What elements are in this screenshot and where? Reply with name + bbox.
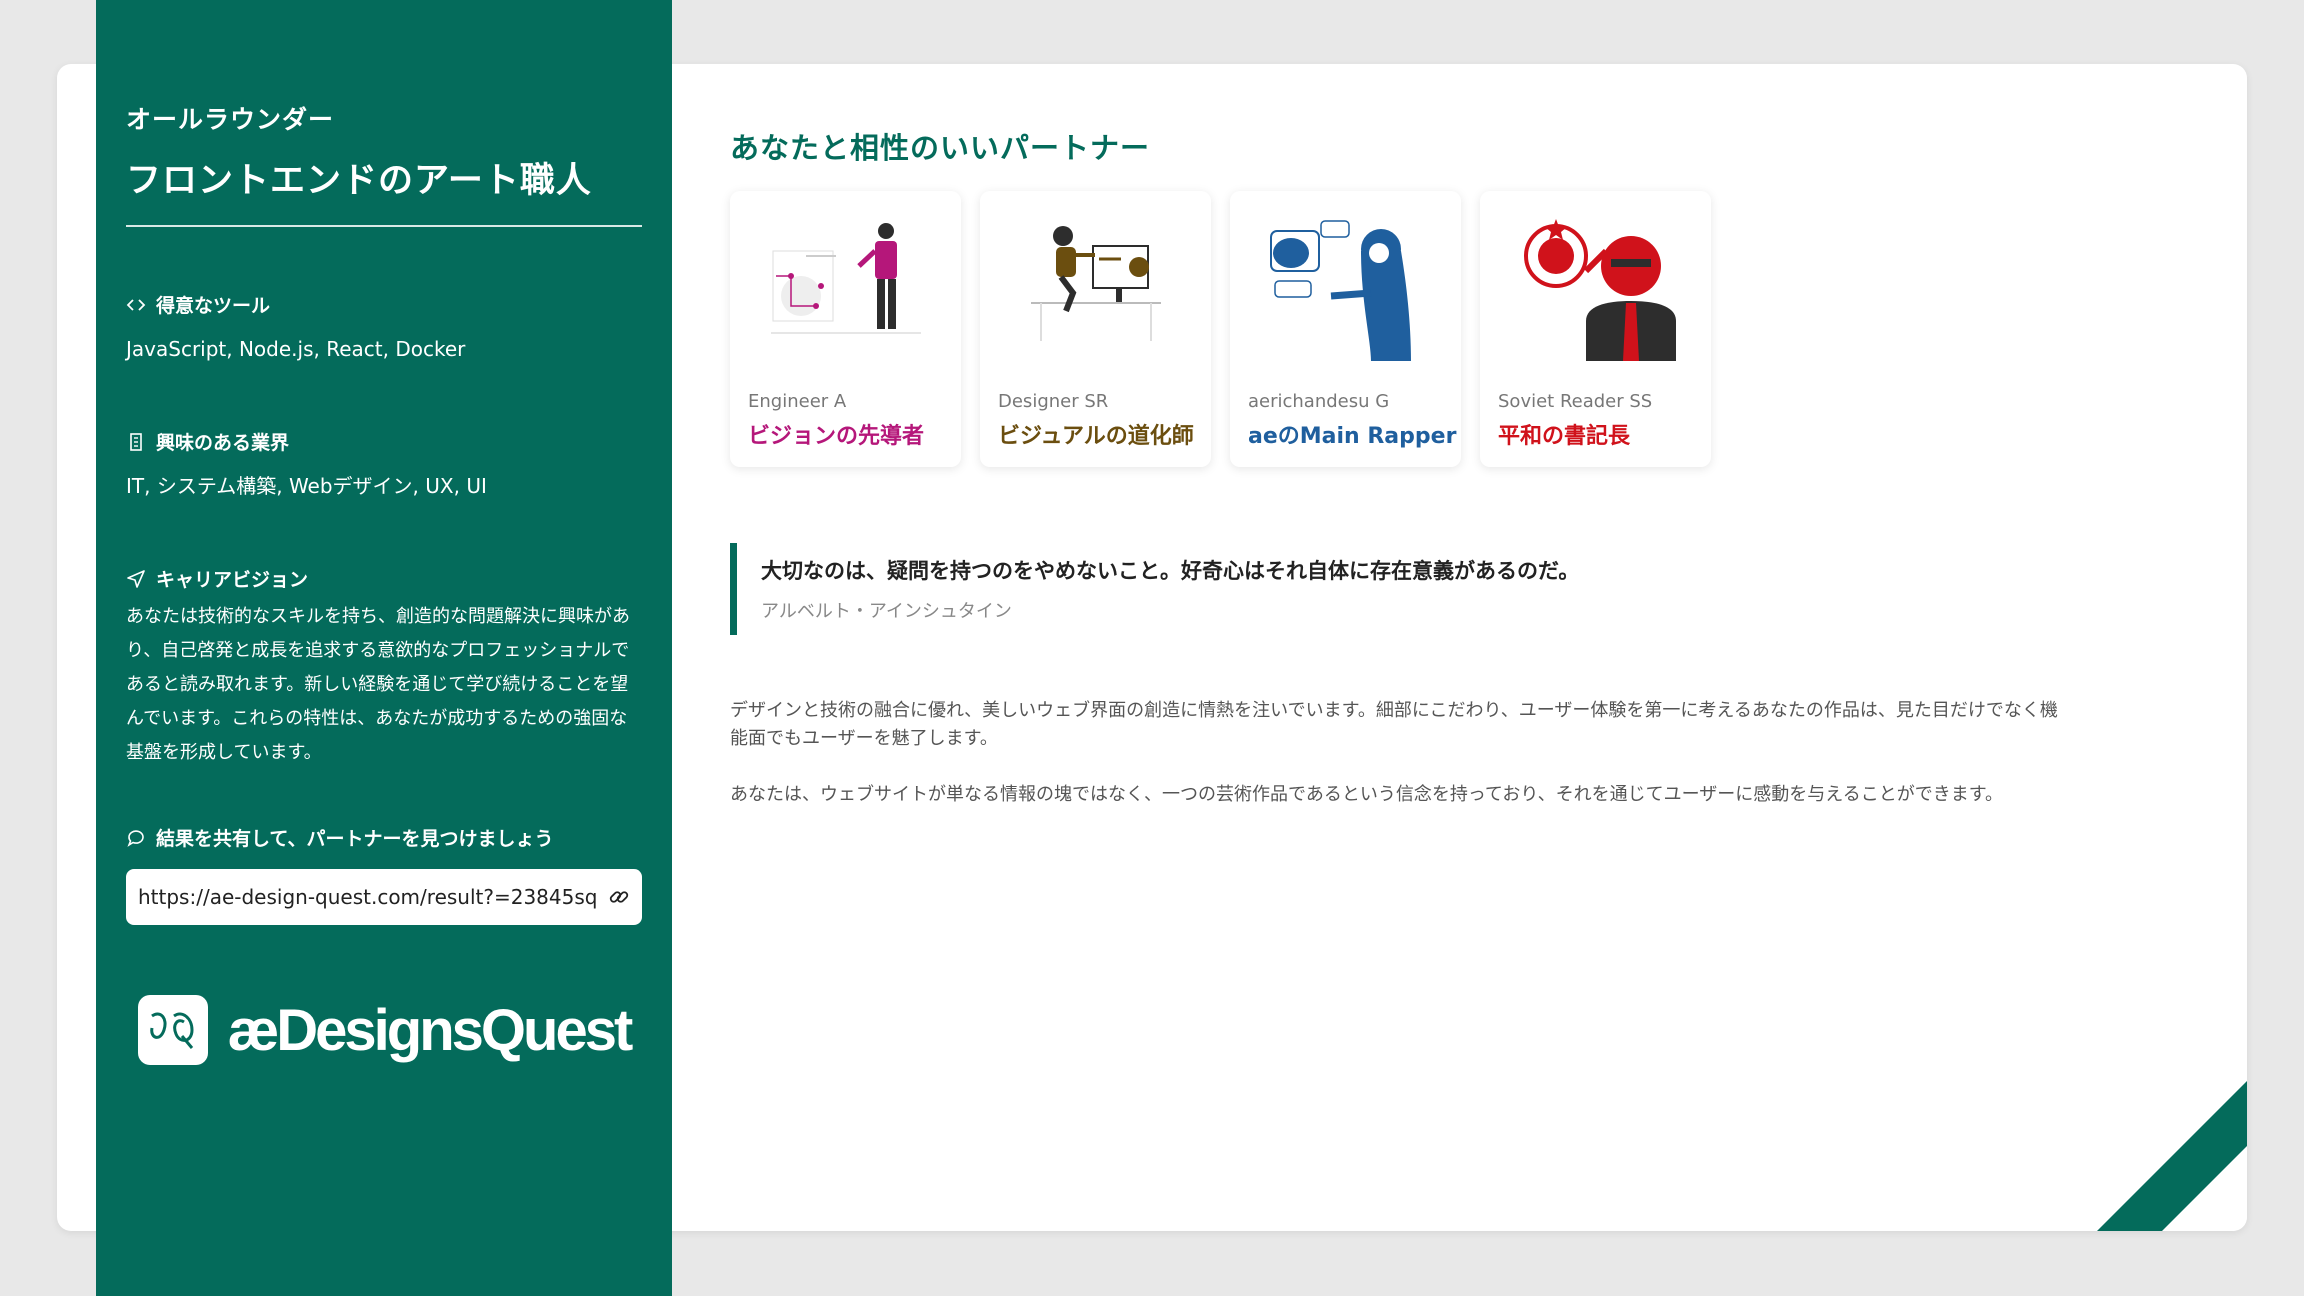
- rapper-illustration-icon: [1248, 191, 1443, 381]
- quote-block: 大切なのは、疑問を持つのをやめないこと。好奇心はそれ自体に存在意義があるのだ。 …: [730, 543, 2060, 635]
- partner-list: Engineer A ビジョンの先導者 Designer SR ビジュアルの道化…: [730, 191, 2060, 467]
- corner-decoration: [2097, 1081, 2247, 1231]
- industry-heading: 興味のある業界: [156, 432, 290, 454]
- vision-text: あなたは技術的なスキルを持ち、創造的な問題解決に興味があり、自己啓発と成長を追求…: [126, 606, 630, 763]
- vision-section: キャリアビジョン あなたは技術的なスキルを持ち、創造的な問題解決に興味があり、自…: [126, 565, 642, 770]
- link-icon[interactable]: [608, 886, 630, 908]
- building-icon: [130, 432, 142, 451]
- share-heading: 結果を共有して、パートナーを見つけましょう: [156, 828, 554, 850]
- type-subtitle: オールラウンダー: [126, 105, 335, 134]
- type-title: フロントエンドのアート職人: [126, 161, 592, 201]
- tools-section: 得意なツール JavaScript, Node.js, React, Docke…: [126, 291, 642, 366]
- soviet-illustration-icon: [1498, 191, 1693, 381]
- partner-name: aerichandesu G: [1248, 391, 1390, 412]
- partner-title: 平和の書記長: [1498, 424, 1631, 449]
- description-paragraph: デザインと技術の融合に優れ、美しいウェブ界面の創造に情熱を注いでいます。細部にこ…: [730, 700, 2058, 749]
- share-url-text: https://ae-design-quest.com/result?=2384…: [138, 885, 598, 909]
- code-icon: [126, 298, 146, 311]
- partner-name: Engineer A: [748, 391, 847, 412]
- vision-heading: キャリアビジョン: [156, 569, 309, 591]
- partner-title: aeのMain Rapper: [1248, 424, 1457, 449]
- engineer-illustration-icon: [748, 191, 943, 381]
- send-icon: [127, 569, 145, 588]
- description-paragraph: あなたは、ウェブサイトが単なる情報の塊ではなく、一つの芸術作品であるという信念を…: [730, 784, 2003, 805]
- page: オールラウンダー フロントエンドのアート職人 得意なツール JavaScript…: [0, 0, 2304, 1296]
- industry-text: IT, システム構築, Webデザイン, UX, UI: [126, 474, 487, 498]
- industry-section: 興味のある業界 IT, システム構築, Webデザイン, UX, UI: [126, 428, 642, 503]
- partners-heading: あなたと相性のいいパートナー: [730, 131, 1151, 165]
- main-content: あなたと相性のいいパートナー Engineer A ビジョンの先導者 Desig…: [730, 125, 2060, 809]
- partner-name: Soviet Reader SS: [1498, 391, 1653, 412]
- share-section: 結果を共有して、パートナーを見つけましょう https://ae-design-…: [126, 824, 642, 925]
- share-url-field[interactable]: https://ae-design-quest.com/result?=2384…: [126, 869, 642, 925]
- tools-heading: 得意なツール: [156, 295, 271, 317]
- quote-text: 大切なのは、疑問を持つのをやめないこと。好奇心はそれ自体に存在意義があるのだ。: [761, 559, 1580, 583]
- partner-card-engineer[interactable]: Engineer A ビジョンの先導者: [730, 191, 961, 467]
- partner-card-designer[interactable]: Designer SR ビジュアルの道化師: [980, 191, 1211, 467]
- designer-illustration-icon: [998, 191, 1193, 381]
- partner-name: Designer SR: [998, 391, 1109, 412]
- logo-mark-icon: [137, 995, 208, 1065]
- brand-logo: æDesignsQuest: [126, 995, 642, 1065]
- chat-icon: [127, 829, 144, 847]
- tools-text: JavaScript, Node.js, React, Docker: [126, 337, 466, 361]
- partner-title: ビジュアルの道化師: [998, 424, 1194, 449]
- partner-title: ビジョンの先導者: [748, 424, 925, 449]
- partner-card-rapper[interactable]: aerichandesu G aeのMain Rapper: [1230, 191, 1461, 467]
- logo-text: æDesignsQuest: [227, 997, 634, 1063]
- quote-author: アルベルト・アインシュタイン: [761, 601, 1012, 622]
- divider: [126, 225, 642, 227]
- sidebar: オールラウンダー フロントエンドのアート職人 得意なツール JavaScript…: [96, 0, 672, 1296]
- partner-card-soviet[interactable]: Soviet Reader SS 平和の書記長: [1480, 191, 1711, 467]
